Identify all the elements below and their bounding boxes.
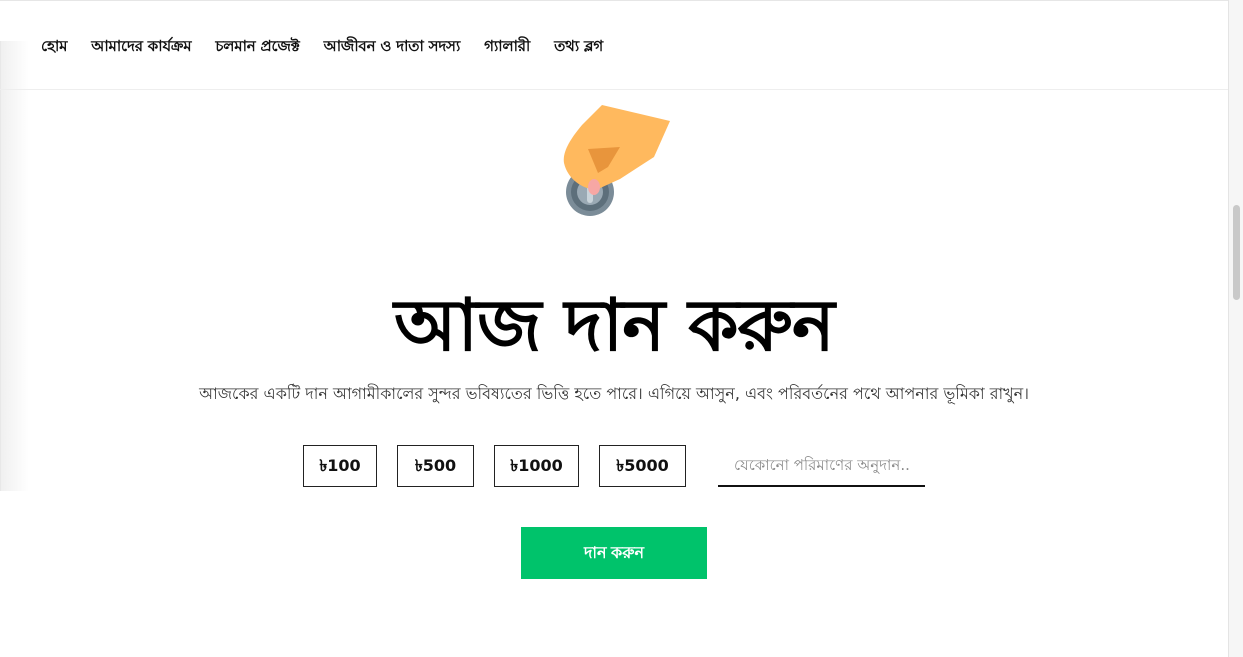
donate-button[interactable]: দান করুন <box>521 527 707 579</box>
nav-item-members[interactable]: আজীবন ও দাতা সদস্য <box>324 35 461 60</box>
custom-amount-input[interactable] <box>718 445 925 487</box>
scrollbar[interactable] <box>1228 0 1243 657</box>
side-panel-edge <box>0 41 29 491</box>
amount-500-button[interactable]: ৳500 <box>397 445 474 487</box>
amount-1000-button[interactable]: ৳1000 <box>494 445 579 487</box>
nav-item-activities[interactable]: আমাদের কার্যক্রম <box>91 35 191 60</box>
top-navigation: হোম আমাদের কার্যক্রম চলমান প্রজেক্ট আজীব… <box>0 1 1228 90</box>
nav-item-home[interactable]: হোম <box>41 35 67 60</box>
page: হোম আমাদের কার্যক্রম চলমান প্রজেক্ট আজীব… <box>0 0 1228 657</box>
nav-item-blog[interactable]: তথ্য ব্লগ <box>554 35 603 60</box>
amount-100-button[interactable]: ৳100 <box>303 445 377 487</box>
hand-coin-icon <box>558 101 674 221</box>
page-subtitle: আজকের একটি দান আগামীকালের সুন্দর ভবিষ্যত… <box>199 384 1029 403</box>
nav-menu: হোম আমাদের কার্যক্রম চলমান প্রজেক্ট আজীব… <box>41 35 603 60</box>
nav-item-ongoing-projects[interactable]: চলমান প্রজেক্ট <box>215 35 299 60</box>
donation-amount-options: ৳100 ৳500 ৳1000 ৳5000 <box>303 445 925 487</box>
amount-5000-button[interactable]: ৳5000 <box>599 445 686 487</box>
scrollbar-thumb[interactable] <box>1233 205 1240 300</box>
nav-item-gallery[interactable]: গ্যালারী <box>484 35 530 60</box>
page-title: আজ দান করুন <box>394 283 835 367</box>
